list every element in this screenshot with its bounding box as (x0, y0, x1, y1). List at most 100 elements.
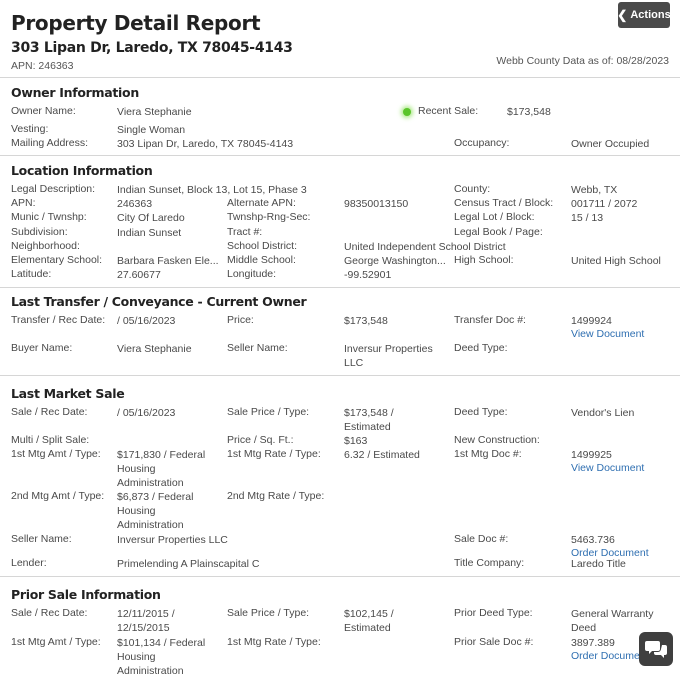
transfer-date-label: Transfer / Rec Date: (11, 314, 106, 326)
transfer-doc-value: 1499924 (571, 315, 612, 327)
market-sale-section-title: Last Market Sale (11, 386, 125, 401)
prior-deed-type-value: General Warranty Deed (571, 608, 654, 634)
sale-date-label: Sale / Rec Date: (11, 406, 88, 418)
legal-description-label: Legal Description: (11, 183, 96, 195)
owner-section-title: Owner Information (11, 85, 139, 100)
prior-sale-price-label: Sale Price / Type: (227, 607, 310, 619)
property-address: 303 Lipan Dr, Laredo, TX 78045-4143 (11, 40, 293, 56)
county-label: County: (454, 183, 491, 195)
legal-description-value: Indian Sunset, Block 13, Lot 15, Phase 3 (117, 184, 307, 196)
transfer-price-label: Price: (227, 314, 254, 326)
prior-sale-price-value: $102,145 / Estimated (344, 608, 394, 634)
mtg2-amount-label: 2nd Mtg Amt / Type: (11, 490, 105, 502)
seller-name-label: Seller Name: (227, 342, 288, 354)
vesting-value: Single Woman (117, 124, 186, 136)
latitude-value: 27.60677 (117, 269, 161, 281)
market-seller-name-label: Seller Name: (11, 533, 72, 545)
deed-type-label: Deed Type: (454, 342, 508, 354)
recent-sale-label: Recent Sale: (418, 105, 479, 117)
mailing-address-value: 303 Lipan Dr, Laredo, TX 78045-4143 (117, 138, 294, 150)
legal-lot-block-value: 15 / 13 (571, 212, 604, 224)
title-company-value: Laredo Title (571, 558, 626, 570)
data-as-of: Webb County Data as of: 08/28/2023 (496, 55, 669, 67)
transfer-price-value: $173,548 (344, 315, 388, 327)
market-deed-type-label: Deed Type: (454, 406, 508, 418)
middle-school-label: Middle School: (227, 254, 296, 266)
recent-sale-indicator-icon (403, 108, 411, 116)
elementary-school-value: Barbara Fasken Ele... (117, 255, 219, 267)
census-tract-value: 001711 / 2072 (571, 198, 638, 210)
twnshp-rng-sec-label: Twnshp-Rng-Sec: (227, 211, 311, 223)
sale-date-value: / 05/16/2023 (117, 407, 176, 419)
vesting-label: Vesting: (11, 123, 49, 135)
mailing-address-label: Mailing Address: (11, 137, 89, 149)
recent-sale-value: $173,548 (507, 106, 551, 118)
alternate-apn-label: Alternate APN: (227, 197, 296, 209)
alternate-apn-value: 98350013150 (344, 198, 409, 210)
lender-value: Primelending A Plainscapital C (117, 558, 260, 570)
lender-label: Lender: (11, 557, 47, 569)
owner-name-value: Viera Stephanie (117, 106, 192, 118)
chevron-left-icon: ❮ (617, 8, 628, 22)
school-district-value: United Independent School District (344, 241, 506, 253)
chat-button[interactable] (639, 632, 673, 666)
prior-sale-doc-label: Prior Sale Doc #: (454, 636, 534, 648)
divider (0, 155, 680, 156)
elementary-school-label: Elementary School: (11, 254, 103, 266)
longitude-value: -99.52901 (344, 269, 392, 281)
longitude-label: Longitude: (227, 268, 277, 280)
mtg1-amount-label: 1st Mtg Amt / Type: (11, 448, 101, 460)
market-deed-type-value: Vendor's Lien (571, 407, 635, 419)
divider (0, 375, 680, 376)
middle-school-value: George Washington... (344, 255, 446, 267)
chat-bubbles-icon (645, 641, 667, 658)
latitude-label: Latitude: (11, 268, 52, 280)
prior-sale-section-title: Prior Sale Information (11, 587, 161, 602)
census-tract-label: Census Tract / Block: (454, 197, 554, 209)
munic-value: City Of Laredo (117, 212, 185, 224)
mtg1-rate-value: 6.32 / Estimated (344, 449, 420, 461)
actions-label: Actions (630, 9, 671, 21)
mtg1-doc-value: 1499925 (571, 449, 612, 461)
school-district-label: School District: (227, 240, 298, 252)
page-title: Property Detail Report (11, 11, 261, 35)
sale-doc-value: 5463.736 (571, 534, 615, 546)
divider (0, 77, 680, 78)
divider (0, 576, 680, 577)
subdivision-value: Indian Sunset (117, 227, 182, 239)
order-document-link[interactable]: Order Document (571, 650, 649, 662)
transfer-doc-label: Transfer Doc #: (454, 314, 526, 326)
multi-split-sale-label: Multi / Split Sale: (11, 434, 90, 446)
view-document-link[interactable]: View Document (571, 328, 644, 340)
prior-mtg1-amount-value: $101,134 / Federal Housing Administratio… (117, 637, 206, 677)
sale-doc-label: Sale Doc #: (454, 533, 509, 545)
transfer-date-value: / 05/16/2023 (117, 315, 176, 327)
actions-button[interactable]: ❮ Actions (617, 2, 671, 28)
prior-mtg1-rate-label: 1st Mtg Rate / Type: (227, 636, 321, 648)
prior-sale-date-label: Sale / Rec Date: (11, 607, 88, 619)
tract-label: Tract #: (227, 226, 263, 238)
mtg2-amount-value: $6,873 / Federal Housing Administration (117, 491, 194, 531)
legal-book-page-label: Legal Book / Page: (454, 226, 543, 238)
view-document-link[interactable]: View Document (571, 462, 644, 474)
sale-price-value: $173,548 / Estimated (344, 407, 394, 433)
mtg1-doc-label: 1st Mtg Doc #: (454, 448, 522, 460)
buyer-name-value: Viera Stephanie (117, 343, 192, 355)
prior-mtg1-amount-label: 1st Mtg Amt / Type: (11, 636, 101, 648)
owner-name-label: Owner Name: (11, 105, 76, 117)
prior-sale-date-value: 12/11/2015 / 12/15/2015 (117, 608, 175, 634)
county-value: Webb, TX (571, 184, 618, 196)
apn-text: APN: 246363 (11, 60, 74, 72)
apn-value: 246363 (117, 198, 153, 210)
mtg1-amount-value: $171,830 / Federal Housing Administratio… (117, 449, 206, 489)
prior-deed-type-label: Prior Deed Type: (454, 607, 533, 619)
divider (0, 287, 680, 288)
high-school-value: United High School (571, 255, 661, 267)
neighborhood-label: Neighborhood: (11, 240, 80, 252)
mtg1-rate-label: 1st Mtg Rate / Type: (227, 448, 321, 460)
new-construction-label: New Construction: (454, 434, 540, 446)
apn-label: APN: (11, 197, 36, 209)
subdivision-label: Subdivision: (11, 226, 68, 238)
location-section-title: Location Information (11, 163, 153, 178)
high-school-label: High School: (454, 254, 514, 266)
